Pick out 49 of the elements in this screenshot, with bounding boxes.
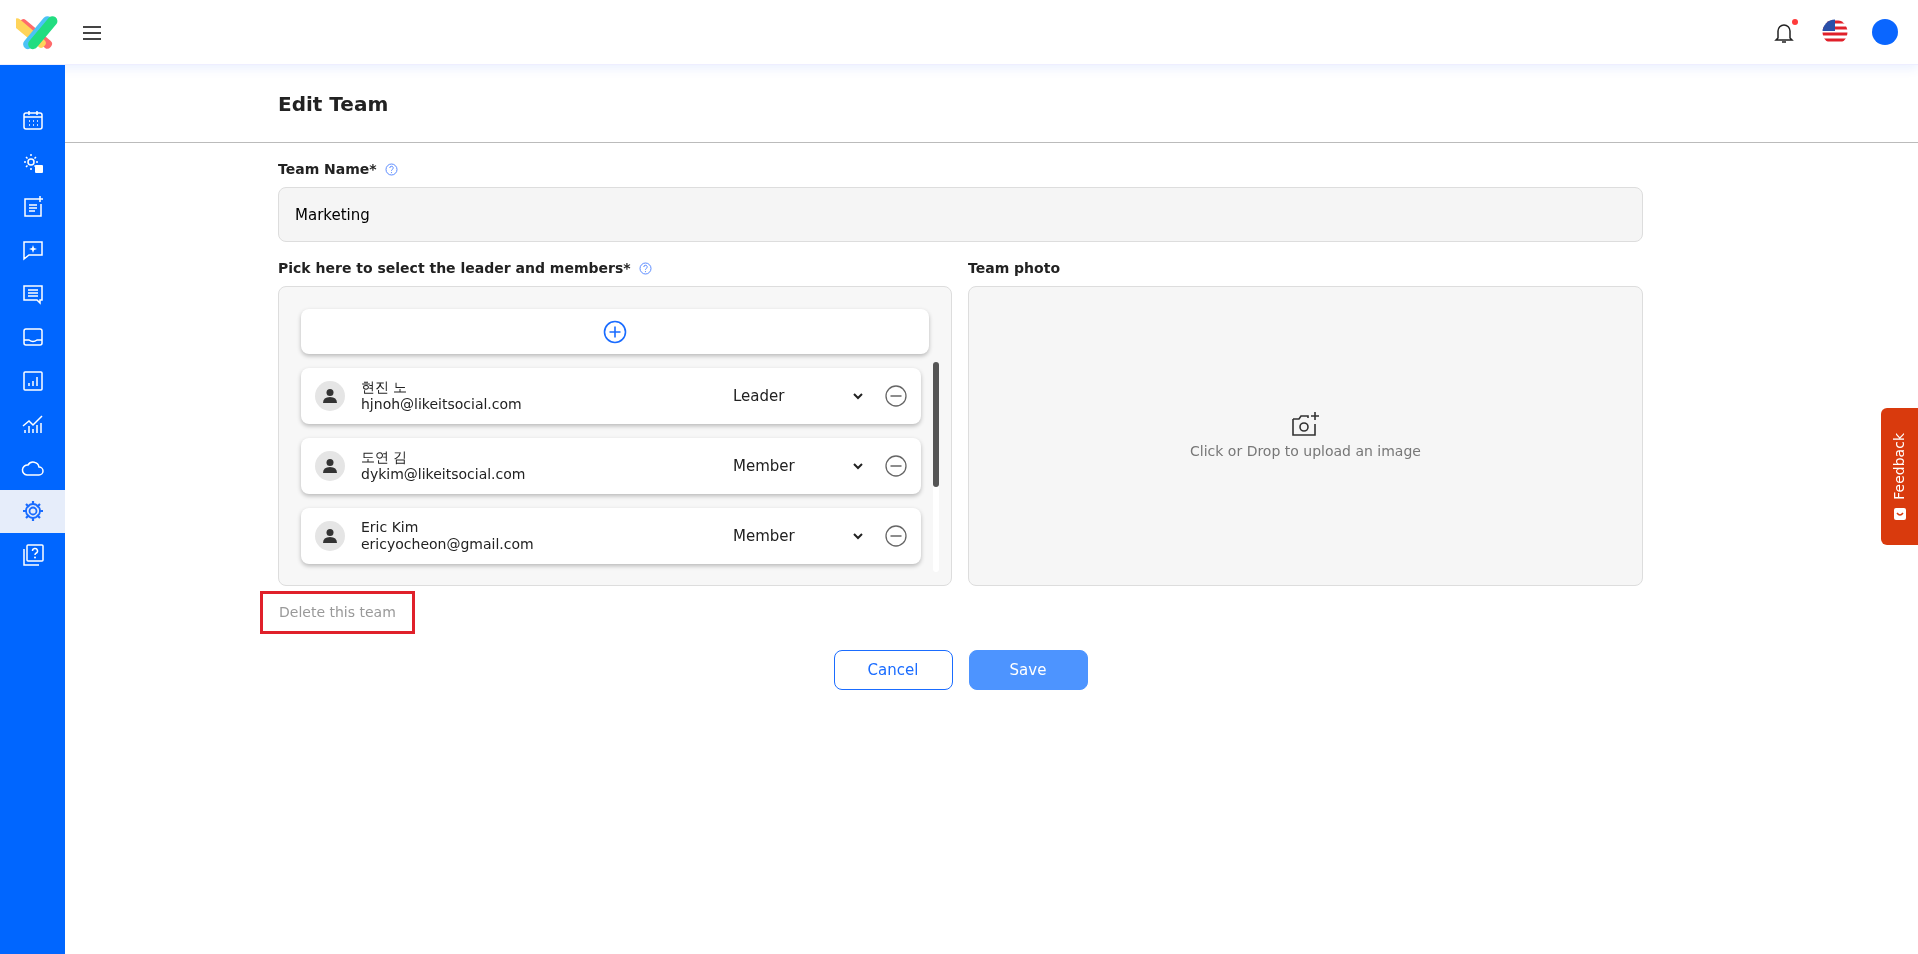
- user-avatar[interactable]: [1872, 19, 1898, 45]
- feedback-tab[interactable]: Feedback: [1881, 408, 1918, 545]
- role-dropdown[interactable]: Member: [733, 454, 863, 478]
- scrollbar[interactable]: [933, 362, 939, 572]
- sidebar-item[interactable]: [0, 489, 65, 533]
- remove-member-button[interactable]: [885, 455, 907, 477]
- smiley-icon: [1893, 507, 1906, 520]
- minus-circle-icon: [885, 525, 907, 547]
- remove-member-button[interactable]: [885, 385, 907, 407]
- chevron-down-icon: [853, 392, 863, 400]
- flag-icon[interactable]: [1822, 19, 1848, 45]
- member-name: 도연 김: [361, 448, 409, 466]
- settings-icon: [20, 499, 45, 524]
- person-icon: [322, 528, 338, 544]
- cancel-button[interactable]: Cancel: [833, 650, 953, 690]
- menu-icon: [82, 25, 102, 40]
- photo-upload-area[interactable]: Click or Drop to upload an image: [968, 286, 1643, 586]
- member-email: hjnoh@likeitsocial.com: [361, 395, 522, 414]
- plus-circle-icon: [603, 319, 627, 344]
- field-label: Team photo: [968, 259, 1060, 278]
- team-name-field[interactable]: Marketing: [278, 187, 1643, 242]
- app-logo[interactable]: [16, 14, 58, 50]
- minus-circle-icon: [885, 455, 907, 477]
- person-icon: [322, 388, 338, 404]
- chevron-down-icon: [853, 532, 863, 540]
- bell-icon: [1774, 21, 1794, 45]
- role-dropdown[interactable]: Member: [733, 524, 863, 548]
- delete-team-link[interactable]: Delete this team: [279, 604, 396, 620]
- save-button[interactable]: Save: [968, 650, 1088, 690]
- member-name: 현진 노: [361, 378, 409, 396]
- help-book-icon: [20, 542, 45, 567]
- person-icon: [322, 458, 338, 474]
- help-icon[interactable]: [638, 262, 652, 275]
- field-label: Team Name*: [278, 160, 377, 179]
- chevron-down-icon: [853, 462, 863, 470]
- upload-hint: Click or Drop to upload an image: [1190, 441, 1421, 461]
- add-photo-icon: [1290, 410, 1321, 437]
- member-name: Eric Kim: [361, 518, 420, 536]
- bar-chart-icon: [20, 368, 45, 393]
- role-dropdown[interactable]: Leader: [733, 384, 863, 408]
- notification-button[interactable]: [1774, 19, 1798, 45]
- remove-member-button[interactable]: [885, 525, 907, 547]
- page-title: Edit Team: [278, 90, 389, 118]
- minus-circle-icon: [885, 385, 907, 407]
- chat-sparkle-icon: [20, 238, 45, 263]
- field-label: Pick here to select the leader and members*: [278, 259, 631, 278]
- help-icon[interactable]: [384, 163, 398, 176]
- member-email: ericyocheon@gmail.com: [361, 535, 534, 554]
- member-email: dykim@likeitsocial.com: [361, 465, 526, 484]
